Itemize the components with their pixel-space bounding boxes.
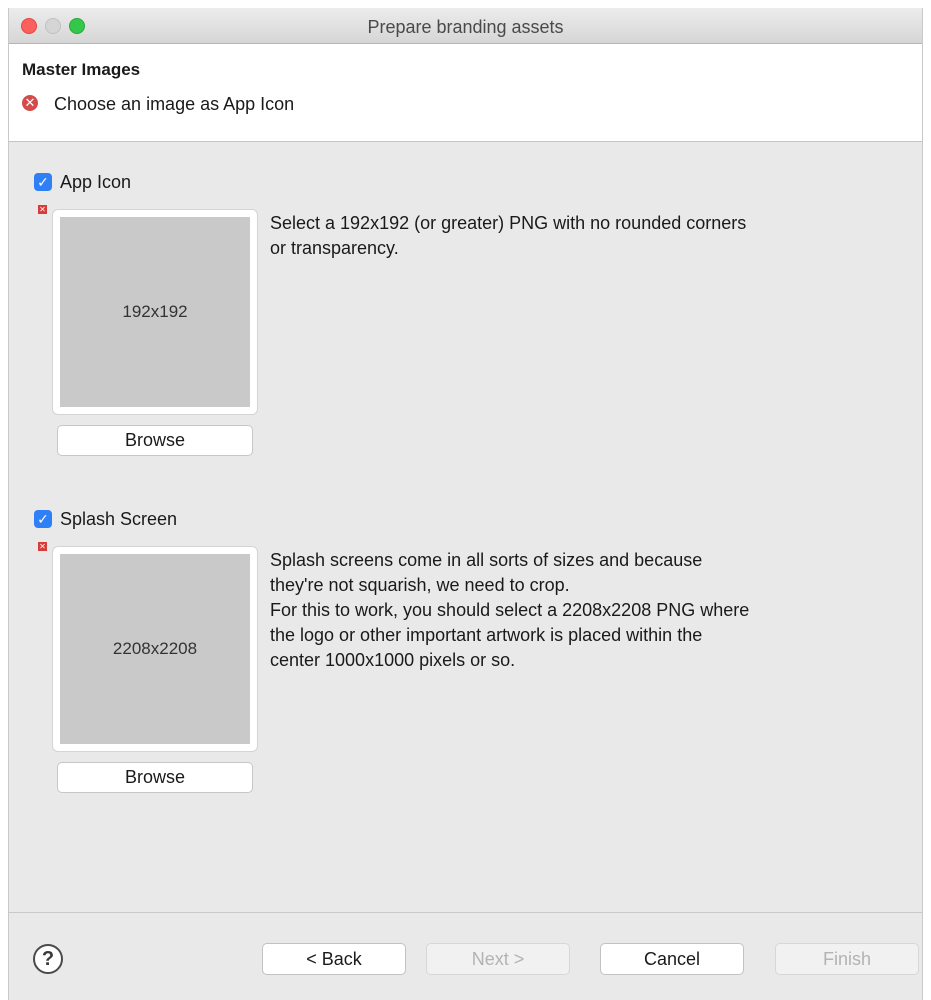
description-line: Splash screens come in all sorts of size… <box>270 550 703 570</box>
splash-browse-button[interactable]: Browse <box>57 762 253 793</box>
splash-error-icon: ✕ <box>38 542 47 551</box>
splash-checkbox[interactable]: ✓ <box>34 510 52 528</box>
cancel-button[interactable]: Cancel <box>600 943 744 975</box>
app-icon-error-icon: ✕ <box>38 205 47 214</box>
back-button[interactable]: < Back <box>262 943 406 975</box>
app-icon-label: App Icon <box>60 171 132 192</box>
app-icon-checkbox-row[interactable]: ✓ App Icon <box>34 171 131 193</box>
error-circle-icon: ✕ <box>22 95 38 111</box>
app-icon-description: Select a 192x192 (or greater) PNG with n… <box>270 211 870 261</box>
description-line: Select a 192x192 (or greater) PNG with n… <box>270 213 747 233</box>
page-title: Master Images <box>22 60 141 79</box>
dialog-window: Prepare branding assets Master Images ✕ … <box>8 8 923 1000</box>
app-icon-checkbox[interactable]: ✓ <box>34 173 52 191</box>
app-icon-placeholder: 192x192 <box>60 217 250 407</box>
splash-label: Splash Screen <box>60 508 178 529</box>
header-error-message: Choose an image as App Icon <box>54 94 295 114</box>
description-line: For this to work, you should select a 22… <box>270 600 750 620</box>
splash-checkbox-row[interactable]: ✓ Splash Screen <box>34 508 177 530</box>
app-icon-browse-button[interactable]: Browse <box>57 425 253 456</box>
next-button[interactable]: Next > <box>426 943 570 975</box>
help-icon[interactable]: ? <box>33 944 63 974</box>
wizard-header: Master Images ✕ Choose an image as App I… <box>9 44 922 142</box>
description-line: or transparency. <box>270 238 399 258</box>
description-line: they're not squarish, we need to crop. <box>270 575 570 595</box>
splash-placeholder: 2208x2208 <box>60 554 250 744</box>
description-line: the logo or other important artwork is p… <box>270 625 703 645</box>
app-icon-preview: 192x192 <box>52 209 258 415</box>
splash-preview: 2208x2208 <box>52 546 258 752</box>
window-title: Prepare branding assets <box>367 17 564 37</box>
splash-description: Splash screens come in all sorts of size… <box>270 548 870 673</box>
title-bar: Prepare branding assets <box>9 8 922 44</box>
footer-divider <box>9 912 922 913</box>
finish-button[interactable]: Finish <box>775 943 919 975</box>
description-line: center 1000x1000 pixels or so. <box>270 650 516 670</box>
